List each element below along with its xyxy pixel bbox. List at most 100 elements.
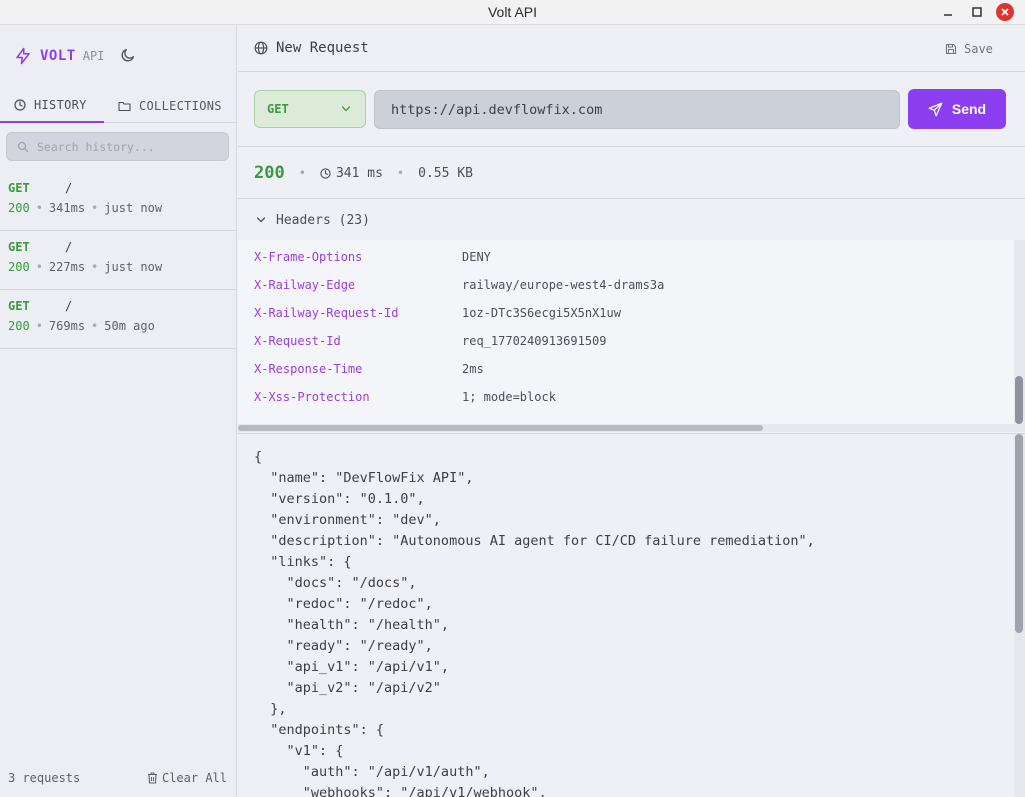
history-method: GET — [8, 239, 30, 254]
url-field[interactable] — [374, 90, 900, 129]
json-line: "v1": { — [254, 743, 344, 759]
maximize-icon — [972, 7, 982, 17]
tab-collections[interactable]: COLLECTIONS — [104, 88, 222, 123]
separator-dot: • — [91, 201, 99, 215]
history-time: 227ms — [48, 260, 86, 274]
separator-dot: • — [35, 319, 43, 333]
method-select[interactable]: GET — [254, 90, 366, 128]
header-value: 1oz-DTc3S6ecgi5X5nX1uw — [462, 306, 621, 320]
history-age: just now — [104, 201, 163, 215]
save-label: Save — [964, 42, 993, 56]
clear-all-label: Clear All — [161, 771, 227, 785]
request-title: New Request — [254, 40, 369, 56]
method-value: GET — [267, 102, 289, 116]
save-icon — [945, 43, 957, 55]
scrollbar-thumb[interactable] — [238, 425, 763, 431]
headers-horizontal-scrollbar[interactable] — [238, 424, 1014, 432]
chevron-down-icon — [256, 217, 266, 223]
header-key: X-Frame-Options — [254, 250, 363, 264]
header-key: X-Response-Time — [254, 362, 363, 376]
history-path: / — [65, 239, 73, 254]
minimize-button[interactable] — [939, 3, 957, 21]
status-code: 200 — [254, 163, 285, 183]
header-row: X-Frame-Options DENY — [254, 247, 491, 267]
history-age: 50m ago — [104, 319, 155, 333]
sidebar: VOLT API HISTORY COLLECTIONS Search hist… — [0, 25, 237, 797]
header-value: 2ms — [462, 362, 484, 376]
separator-dot: • — [91, 319, 99, 333]
tab-collections-label: COLLECTIONS — [139, 98, 222, 113]
json-line: "api_v2": "/api/v2" — [254, 680, 441, 696]
send-icon — [928, 102, 943, 116]
clock-icon — [320, 167, 331, 179]
trash-icon — [147, 772, 157, 784]
maximize-button[interactable] — [968, 3, 986, 21]
body-vertical-scrollbar[interactable] — [1014, 434, 1025, 797]
headers-vertical-scrollbar[interactable] — [1014, 240, 1025, 432]
history-item[interactable]: GET / 200 • 769ms • 50m ago — [0, 290, 237, 349]
save-button[interactable]: Save — [945, 42, 993, 56]
search-icon — [17, 141, 29, 152]
scrollbar-thumb[interactable] — [1015, 434, 1023, 633]
history-path: / — [65, 180, 73, 195]
header-row: X-Request-Id req_1770240913691509 — [254, 331, 607, 351]
separator-dot: • — [35, 260, 43, 274]
json-line: "health": "/health", — [254, 617, 450, 633]
globe-icon — [254, 41, 268, 55]
headers-toggle[interactable]: Headers (23) — [238, 200, 1025, 240]
json-line: }, — [254, 701, 287, 717]
headers-label: Headers (23) — [276, 212, 370, 228]
close-icon — [1001, 8, 1009, 16]
chevron-down-icon — [341, 106, 351, 112]
json-line: { — [254, 449, 263, 465]
json-line: "api_v1": "/api/v1", — [254, 659, 450, 675]
sidebar-tabs: HISTORY COLLECTIONS — [0, 88, 237, 123]
response-time: 341 ms — [320, 166, 383, 181]
header-value: req_1770240913691509 — [462, 334, 607, 348]
header-value: 1; mode=block — [462, 390, 556, 404]
request-header: New Request Save — [238, 25, 1025, 72]
header-row: X-Railway-Edge railway/europe-west4-dram… — [254, 275, 664, 295]
header-key: X-Railway-Request-Id — [254, 306, 399, 320]
scrollbar-thumb[interactable] — [1015, 376, 1023, 424]
header-row: X-Xss-Protection 1; mode=block — [254, 387, 556, 407]
send-label: Send — [951, 101, 987, 117]
title-bar: Volt API — [0, 0, 1025, 25]
history-item[interactable]: GET / 200 • 227ms • just now — [0, 231, 237, 290]
url-input[interactable] — [391, 101, 891, 118]
brand-suffix: API — [82, 49, 105, 63]
minimize-icon — [944, 14, 952, 16]
moon-icon[interactable] — [120, 47, 136, 63]
json-line: "endpoints": { — [254, 722, 385, 738]
header-key: X-Railway-Edge — [254, 278, 356, 292]
lightning-bolt-icon — [16, 47, 30, 65]
search-box[interactable] — [6, 132, 229, 161]
history-path: / — [65, 298, 73, 313]
history-status: 200 — [8, 260, 30, 274]
json-line: "webhooks": "/api/v1/webhook", — [254, 785, 547, 797]
json-line: "links": { — [254, 554, 352, 570]
response-body: { "name": "DevFlowFix API", "version": "… — [238, 433, 1025, 797]
tab-history[interactable]: HISTORY — [0, 88, 104, 123]
brand-name: VOLT — [40, 48, 76, 64]
clock-icon — [14, 98, 26, 111]
history-method: GET — [8, 180, 30, 195]
json-line: "description": "Autonomous AI agent for … — [254, 533, 815, 549]
response-size: 0.55 KB — [418, 165, 473, 181]
folder-icon — [118, 101, 131, 111]
header-key: X-Xss-Protection — [254, 390, 370, 404]
history-time: 769ms — [48, 319, 86, 333]
clear-all-button[interactable]: Clear All — [147, 771, 227, 785]
send-button[interactable]: Send — [908, 89, 1006, 129]
window-title: Volt API — [487, 4, 538, 20]
request-count: 3 requests — [8, 771, 81, 785]
history-item[interactable]: GET / 200 • 341ms • just now — [0, 172, 237, 231]
search-input[interactable] — [37, 139, 217, 154]
header-row: X-Response-Time 2ms — [254, 359, 484, 379]
separator-dot: • — [298, 166, 306, 180]
separator-dot: • — [35, 201, 43, 215]
main-panel: New Request Save GET Send — [238, 25, 1025, 797]
response-time-value: 341 ms — [335, 165, 383, 181]
history-status: 200 — [8, 201, 30, 215]
close-button[interactable] — [996, 3, 1014, 21]
